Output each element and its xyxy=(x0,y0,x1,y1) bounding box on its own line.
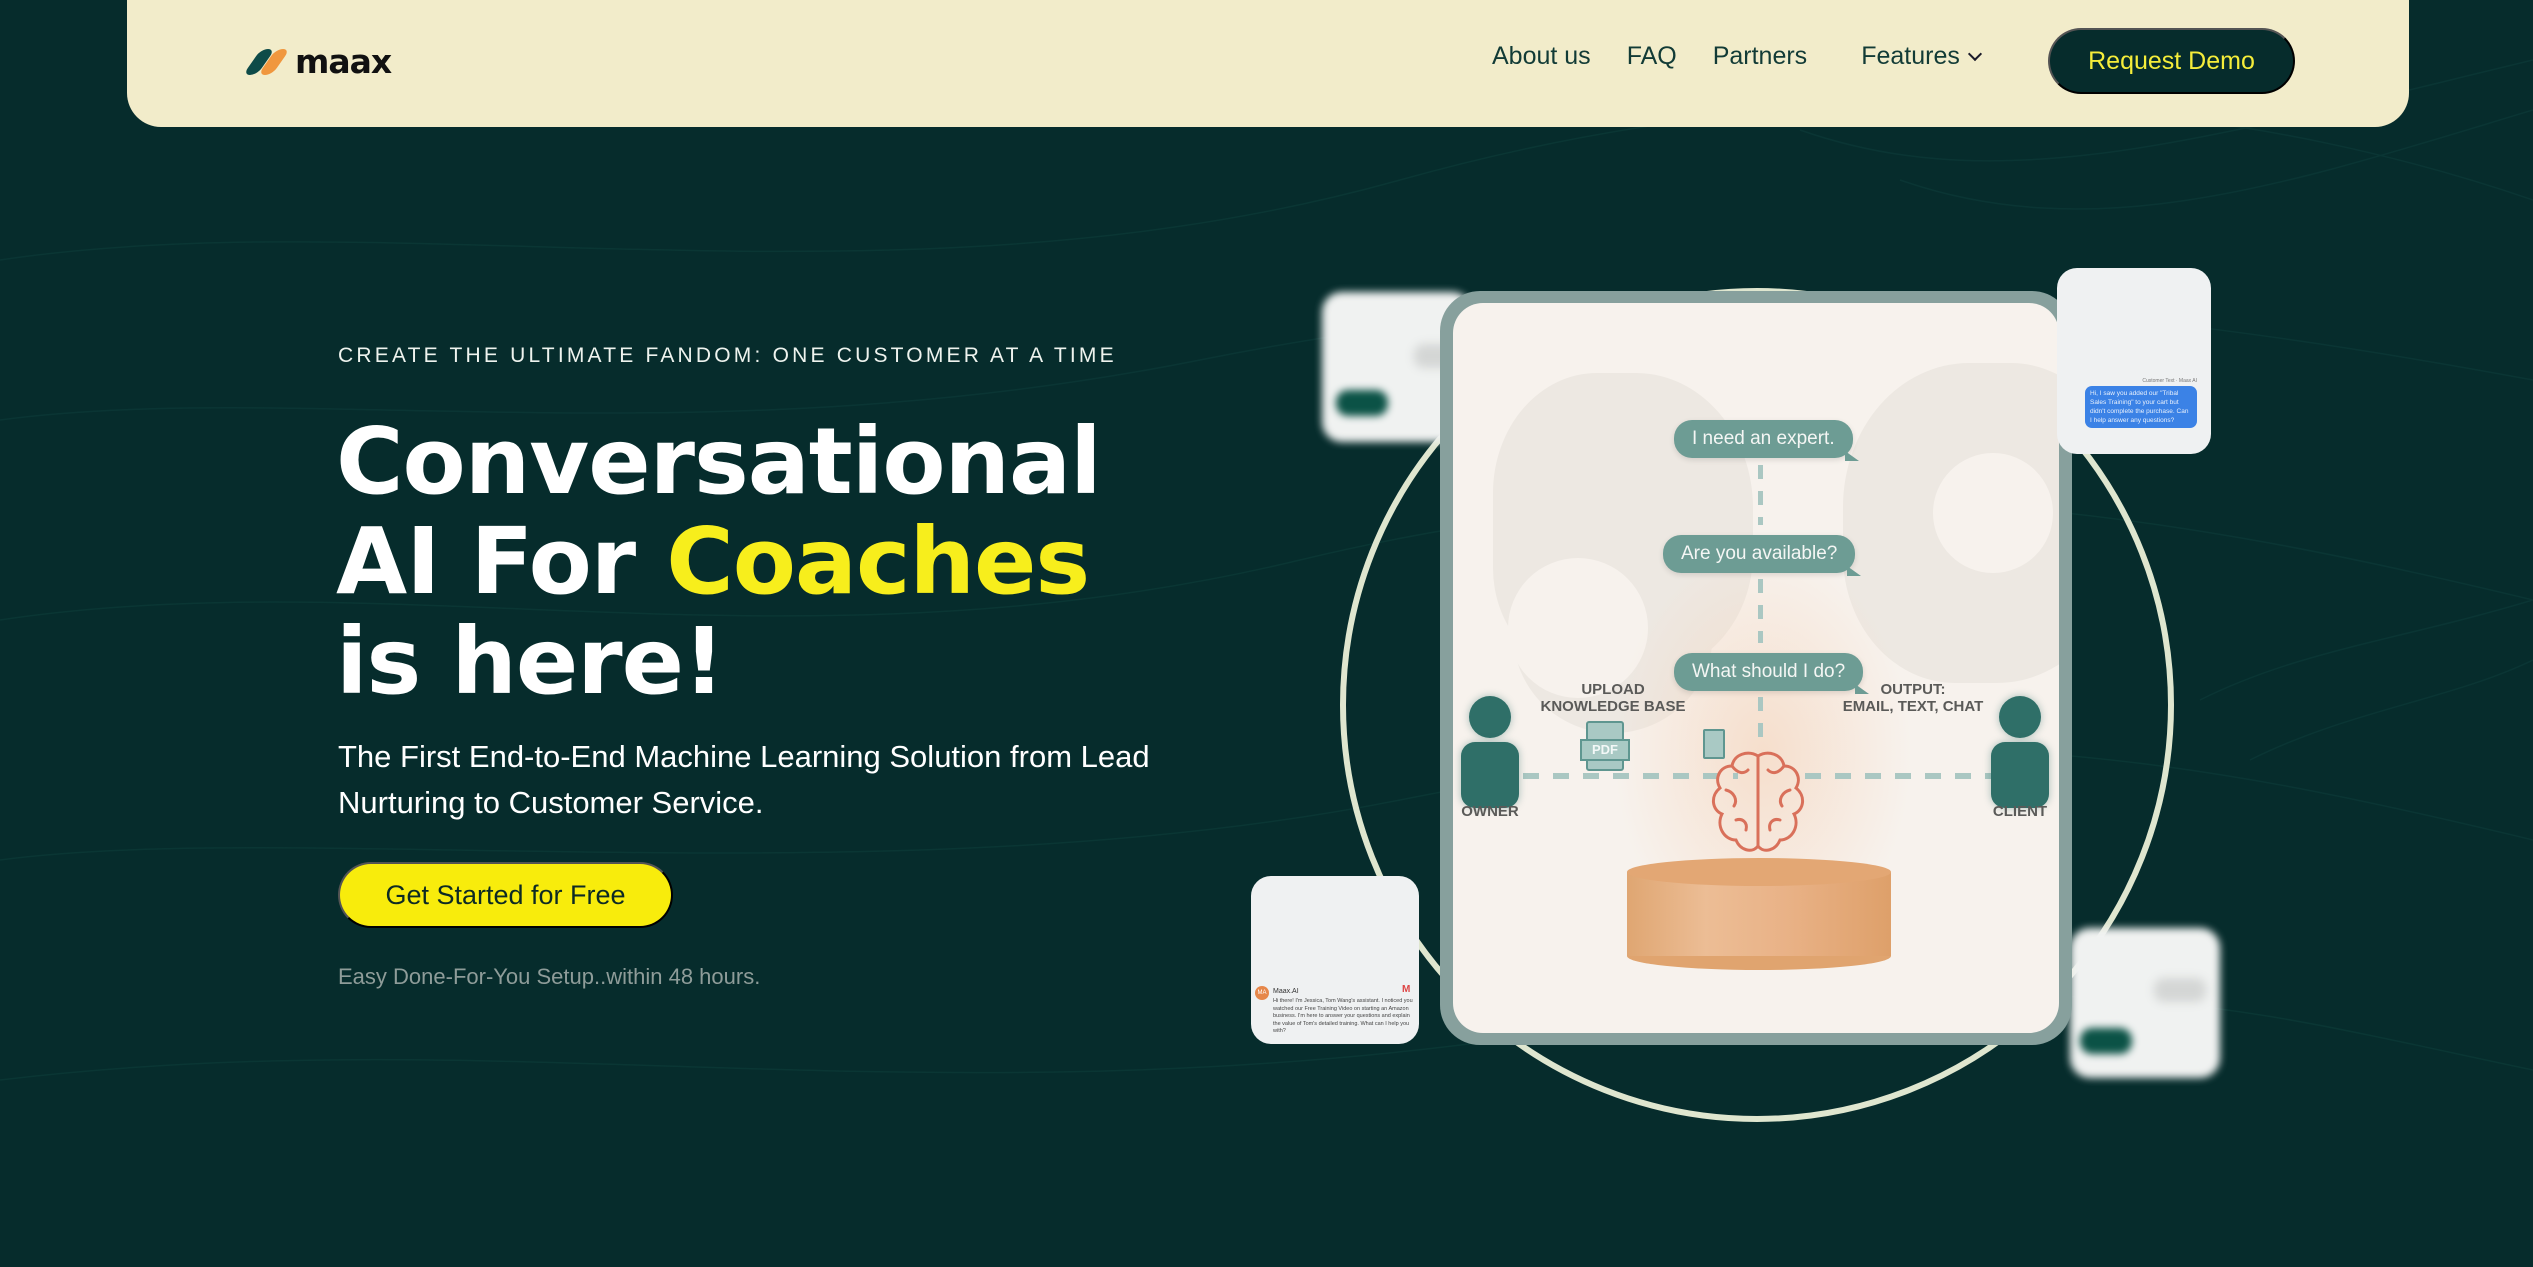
logo-mark-icon xyxy=(242,48,291,76)
gmail-icon: M xyxy=(1402,984,1411,995)
headline-highlight: Coaches xyxy=(666,508,1090,615)
nav-link-partners[interactable]: Partners xyxy=(1713,42,1807,71)
sms-meta: Customer Text · Maax AI xyxy=(2142,378,2197,384)
client-icon xyxy=(1991,696,2049,808)
phone-screen: I need an expert. Are you available? Wha… xyxy=(1453,303,2059,1033)
blurred-card-bottom-right xyxy=(2070,928,2220,1078)
upload-label: UPLOAD KNOWLEDGE BASE xyxy=(1533,681,1693,715)
hero-eyebrow: CREATE THE ULTIMATE FANDOM: ONE CUSTOMER… xyxy=(338,344,1117,367)
logo-text: maax xyxy=(295,42,392,81)
email-message: Hi there! I'm Jessica, Tom Wang's assist… xyxy=(1273,998,1413,1034)
chat-bubble-2: Are you available? xyxy=(1663,535,1862,576)
dashed-connector xyxy=(1758,697,1763,747)
upload-label-line-1: UPLOAD xyxy=(1581,681,1645,698)
hero-headline: Conversational AI For Coaches is here! xyxy=(336,412,1102,715)
dashed-connector-right xyxy=(1805,773,2005,779)
dashed-connector-left xyxy=(1523,773,1738,779)
sender-avatar: MA xyxy=(1255,986,1269,1000)
sms-preview-card: Customer Text · Maax AI Hi, I saw you ad… xyxy=(2057,268,2211,454)
dashed-connector xyxy=(1758,579,1763,643)
headline-line-1: Conversational xyxy=(336,408,1102,515)
output-label-line-2: EMAIL, TEXT, CHAT xyxy=(1842,698,1984,715)
email-preview-card: MA Maax.AI M Hi there! I'm Jessica, Tom … xyxy=(1251,876,1419,1044)
gear-hole xyxy=(1933,453,2053,573)
headline-line-3: is here! xyxy=(336,608,725,715)
dashed-connector xyxy=(1758,465,1763,525)
hero-subheadline: The First End-to-End Machine Learning So… xyxy=(338,739,1150,820)
chat-bubble-1: I need an expert. xyxy=(1674,420,1859,461)
get-started-button[interactable]: Get Started for Free xyxy=(338,862,673,928)
client-label: CLIENT xyxy=(1992,803,2048,820)
owner-label: OWNER xyxy=(1461,803,1519,820)
nav-link-features-label: Features xyxy=(1861,42,1960,70)
logo[interactable]: maax xyxy=(242,42,392,81)
sms-message: Hi, I saw you added our "Tribal Sales Tr… xyxy=(2085,386,2197,428)
chevron-down-icon xyxy=(1967,46,1982,61)
brain-icon xyxy=(1712,751,1804,852)
phone-mockup: I need an expert. Are you available? Wha… xyxy=(1440,291,2072,1045)
nav-link-faq[interactable]: FAQ xyxy=(1627,42,1677,71)
headline-line-2-prefix: AI For xyxy=(336,508,667,615)
output-label: OUTPUT: EMAIL, TEXT, CHAT xyxy=(1833,681,1993,715)
request-demo-button[interactable]: Request Demo xyxy=(2048,28,2295,94)
nav-link-features[interactable]: Features xyxy=(1861,42,1982,71)
database-cylinder xyxy=(1627,858,1891,970)
sender-name: Maax.AI xyxy=(1273,988,1299,995)
navbar: maax About us FAQ Partners Features Requ… xyxy=(127,0,2409,127)
setup-note: Easy Done-For-You Setup..within 48 hours… xyxy=(338,964,761,989)
pdf-tag: PDF xyxy=(1580,739,1630,761)
nav-links: About us FAQ Partners Features xyxy=(1492,42,1982,71)
nav-link-about-us[interactable]: About us xyxy=(1492,42,1591,71)
owner-icon xyxy=(1461,696,1519,808)
output-label-line-1: OUTPUT: xyxy=(1880,681,1946,698)
upload-label-line-2: KNOWLEDGE BASE xyxy=(1540,698,1686,715)
